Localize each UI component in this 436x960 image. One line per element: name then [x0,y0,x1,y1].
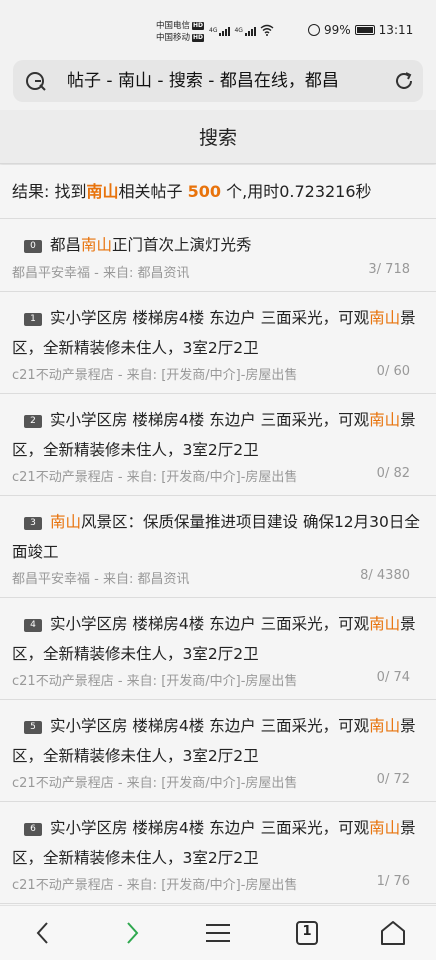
page-title: 搜索 [198,127,237,149]
browser-nav-bar: 1 [0,905,436,960]
result-author[interactable]: c21不动产景程店 [12,776,114,791]
result-item[interactable]: 6 实小学区房 楼梯房4楼 东边户 三面采光，可观南山景区，全新精装修未住人，3室… [0,802,436,904]
result-item[interactable]: 2 实小学区房 楼梯房4楼 东边户 三面采光，可观南山景区，全新精装修未住人，3室… [0,394,436,496]
keyword-highlight: 南山 [369,309,401,327]
result-index: 0 [24,240,42,253]
result-item[interactable]: 5 实小学区房 楼梯房4楼 东边户 三面采光，可观南山景区，全新精装修未住人，3室… [0,700,436,802]
carrier-1: 中国电信 [156,21,191,31]
result-author[interactable]: c21不动产景程店 [12,368,114,383]
keyword-highlight: 南山 [369,411,401,429]
result-stats: 3/ 718 [368,262,410,277]
result-meta: 都昌平安幸福 - 来自: 都昌资讯 8/ 4380 [12,568,410,587]
result-title[interactable]: 3 南山风景区：保质保量推进项目建设 确保12月30日全面竣工 [12,496,422,567]
signal-icon: 4G [209,27,231,36]
keyword-highlight: 南山 [369,717,401,735]
search-results: 结果: 找到南山相关帖子 500 个,用时0.723216秒 0 都昌南山正门首次… [0,165,436,905]
result-title[interactable]: 6 实小学区房 楼梯房4楼 东边户 三面采光，可观南山景区，全新精装修未住人，3室… [12,802,422,873]
result-meta: c21不动产景程店 - 来自: [开发商/中介]-房屋出售 1/ 76 [12,874,410,893]
result-index: 5 [24,721,42,734]
result-source[interactable]: [开发商/中介]-房屋出售 [161,368,297,383]
result-item[interactable]: 3 南山风景区：保质保量推进项目建设 确保12月30日全面竣工 都昌平安幸福 - … [0,496,436,598]
tabs-button[interactable]: 1 [292,918,322,948]
result-source[interactable]: [开发商/中介]-房屋出售 [161,470,297,485]
result-author[interactable]: c21不动产景程店 [12,878,114,893]
result-stats: 0/ 60 [376,364,410,379]
battery-icon [354,25,375,35]
result-source[interactable]: [开发商/中介]-房屋出售 [161,674,297,689]
result-stats: 0/ 74 [376,670,410,685]
result-author[interactable]: 都昌平安幸福 [12,266,90,281]
result-meta: c21不动产景程店 - 来自: [开发商/中介]-房屋出售 0/ 72 [12,772,410,791]
home-icon[interactable] [378,918,408,948]
keyword-highlight: 南山 [369,615,401,633]
result-stats: 1/ 76 [376,874,410,889]
page-header: 搜索 [0,110,436,164]
result-index: 4 [24,619,42,632]
result-meta: c21不动产景程店 - 来自: [开发商/中介]-房屋出售 0/ 60 [12,364,410,383]
result-item[interactable]: 0 都昌南山正门首次上演灯光秀 都昌平安幸福 - 来自: 都昌资讯 3/ 718 [0,219,436,292]
carrier-2: 中国移动 [156,33,191,43]
result-author[interactable]: c21不动产景程店 [12,470,114,485]
result-index: 2 [24,415,42,428]
summary-suffix: 个,用时0.723216秒 [226,182,372,201]
keyword-highlight: 南山 [81,236,113,254]
signal-indicators: 4G 4G [209,24,274,36]
hd-badge: HD [192,22,205,30]
status-right: 99% 13:11 [308,23,413,37]
result-title[interactable]: 0 都昌南山正门首次上演灯光秀 [12,219,422,260]
summary-count: 500 [187,182,222,201]
result-stats: 0/ 82 [376,466,410,481]
carrier-info: 中国电信 HD 中国移动 HD [156,20,205,44]
chevron-right-icon[interactable] [117,918,147,948]
result-meta: 都昌平安幸福 - 来自: 都昌资讯 3/ 718 [12,262,410,281]
result-title[interactable]: 4 实小学区房 楼梯房4楼 东边户 三面采光，可观南山景区，全新精装修未住人，3室… [12,598,422,669]
wifi-icon [260,24,274,36]
result-index: 1 [24,313,42,326]
result-title[interactable]: 1 实小学区房 楼梯房4楼 东边户 三面采光，可观南山景区，全新精装修未住人，3室… [12,292,422,363]
result-stats: 8/ 4380 [360,568,410,583]
chevron-left-icon[interactable] [28,918,58,948]
summary-middle: 相关帖子 [118,182,183,201]
menu-icon[interactable] [203,918,233,948]
result-source[interactable]: [开发商/中介]-房屋出售 [161,878,297,893]
result-source[interactable]: 都昌资讯 [138,266,190,281]
clock: 13:11 [378,23,414,37]
hd-badge: HD [192,34,205,42]
result-title[interactable]: 2 实小学区房 楼梯房4楼 东边户 三面采光，可观南山景区，全新精装修未住人，3室… [12,394,422,465]
result-source[interactable]: [开发商/中介]-房屋出售 [161,776,297,791]
result-source[interactable]: 都昌资讯 [138,572,190,587]
result-summary: 结果: 找到南山相关帖子 500 个,用时0.723216秒 [0,165,436,219]
alarm-icon [308,24,320,36]
address-bar[interactable]: 帖子 - 南山 - 搜索 - 都昌在线，都昌 [13,60,423,102]
result-index: 3 [24,517,42,530]
tabs-count: 1 [302,924,312,939]
keyword-highlight: 南山 [50,513,82,531]
result-author[interactable]: 都昌平安幸福 [12,572,90,587]
battery-percent: 99% [324,23,351,37]
keyword-highlight: 南山 [369,819,401,837]
result-stats: 0/ 72 [376,772,410,787]
reload-icon[interactable] [393,70,415,92]
search-engine-icon[interactable] [25,70,47,92]
result-index: 6 [24,823,42,836]
result-meta: c21不动产景程店 - 来自: [开发商/中介]-房屋出售 0/ 82 [12,466,410,485]
result-item[interactable]: 1 实小学区房 楼梯房4楼 东边户 三面采光，可观南山景区，全新精装修未住人，3室… [0,292,436,394]
address-text[interactable]: 帖子 - 南山 - 搜索 - 都昌在线，都昌 [67,69,377,93]
signal-icon: 4G [234,27,256,36]
summary-keyword: 南山 [86,182,119,201]
result-item[interactable]: 4 实小学区房 楼梯房4楼 东边户 三面采光，可观南山景区，全新精装修未住人，3室… [0,598,436,700]
result-author[interactable]: c21不动产景程店 [12,674,114,689]
summary-prefix: 结果: 找到 [12,182,87,201]
status-bar: 中国电信 HD 中国移动 HD 4G 4G 99% 13:11 [0,0,436,60]
result-meta: c21不动产景程店 - 来自: [开发商/中介]-房屋出售 0/ 74 [12,670,410,689]
result-title[interactable]: 5 实小学区房 楼梯房4楼 东边户 三面采光，可观南山景区，全新精装修未住人，3室… [12,700,422,771]
